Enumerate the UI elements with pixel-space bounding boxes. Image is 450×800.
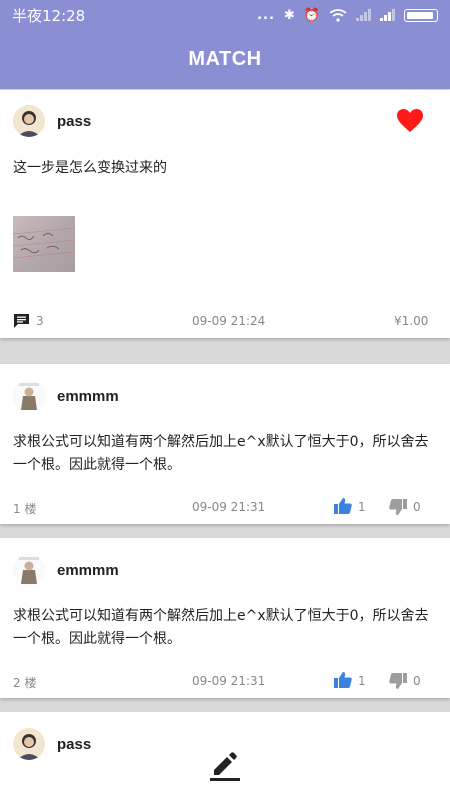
question-card[interactable]: pass 这一步是怎么变换过来的 3 09-09 21:24 ¥1.00 <box>0 90 450 338</box>
dislike-count: 0 <box>413 674 421 688</box>
avatar[interactable] <box>13 380 45 412</box>
app-bar: MATCH <box>0 30 450 89</box>
answer-text: 求根公式可以知道有两个解然后加上e^x默认了恒大于0，所以舍去一个根。因此就得一… <box>13 608 429 647</box>
bluetooth-icon: ✱ <box>283 7 295 23</box>
thumbs-up-icon[interactable] <box>334 498 352 514</box>
partial-user-row: pass <box>13 728 91 760</box>
thumbs-up-icon[interactable] <box>334 672 352 688</box>
question-username[interactable]: pass <box>57 113 91 130</box>
signal-icon <box>356 9 371 21</box>
status-bar: 半夜12:28 ... ✱ ⏰ <box>0 0 450 30</box>
question-time: 09-09 21:24 <box>192 314 266 328</box>
answer-username[interactable]: emmmm <box>57 562 119 579</box>
pencil-icon <box>210 752 240 781</box>
answer-time: 09-09 21:31 <box>192 674 266 688</box>
status-icons: ... ✱ ⏰ <box>257 8 438 23</box>
comment-icon[interactable] <box>14 314 29 328</box>
avatar[interactable] <box>13 105 45 137</box>
answer-user-row: emmmm <box>13 380 119 412</box>
page-title: MATCH <box>188 48 262 70</box>
status-time: 半夜12:28 <box>12 6 86 25</box>
partial-username[interactable]: pass <box>57 736 91 753</box>
answer-user-row: emmmm <box>13 554 119 586</box>
wifi-icon <box>329 8 347 22</box>
floor-label: 2 楼 <box>13 676 37 690</box>
answer-text: 求根公式可以知道有两个解然后加上e^x默认了恒大于0，所以舍去一个根。因此就得一… <box>13 434 429 473</box>
partial-card[interactable]: pass <box>0 712 450 800</box>
answer-card[interactable]: emmmm 求根公式可以知道有两个解然后加上e^x默认了恒大于0，所以舍去一个根… <box>0 538 450 698</box>
compose-button[interactable] <box>205 750 245 784</box>
signal-icon-2 <box>380 9 395 21</box>
question-user-row: pass <box>13 105 91 137</box>
thumbs-down-icon[interactable] <box>389 673 407 689</box>
more-dots-icon: ... <box>257 7 275 23</box>
like-count: 1 <box>358 674 366 688</box>
answer-time: 09-09 21:31 <box>192 500 266 514</box>
thumbs-down-icon[interactable] <box>389 499 407 515</box>
avatar[interactable] <box>13 554 45 586</box>
alarm-icon: ⏰ <box>303 7 320 23</box>
answer-username[interactable]: emmmm <box>57 388 119 405</box>
avatar[interactable] <box>13 728 45 760</box>
battery-icon <box>404 8 438 22</box>
comment-count: 3 <box>36 314 44 328</box>
like-count: 1 <box>358 500 366 514</box>
floor-label: 1 楼 <box>13 502 37 516</box>
question-text: 这一步是怎么变换过来的 <box>13 160 167 176</box>
answer-card[interactable]: emmmm 求根公式可以知道有两个解然后加上e^x默认了恒大于0，所以舍去一个根… <box>0 364 450 524</box>
reward-amount: ¥1.00 <box>394 314 429 328</box>
favorite-heart-icon[interactable] <box>396 108 424 133</box>
question-image-thumbnail[interactable] <box>13 216 75 272</box>
dislike-count: 0 <box>413 500 421 514</box>
